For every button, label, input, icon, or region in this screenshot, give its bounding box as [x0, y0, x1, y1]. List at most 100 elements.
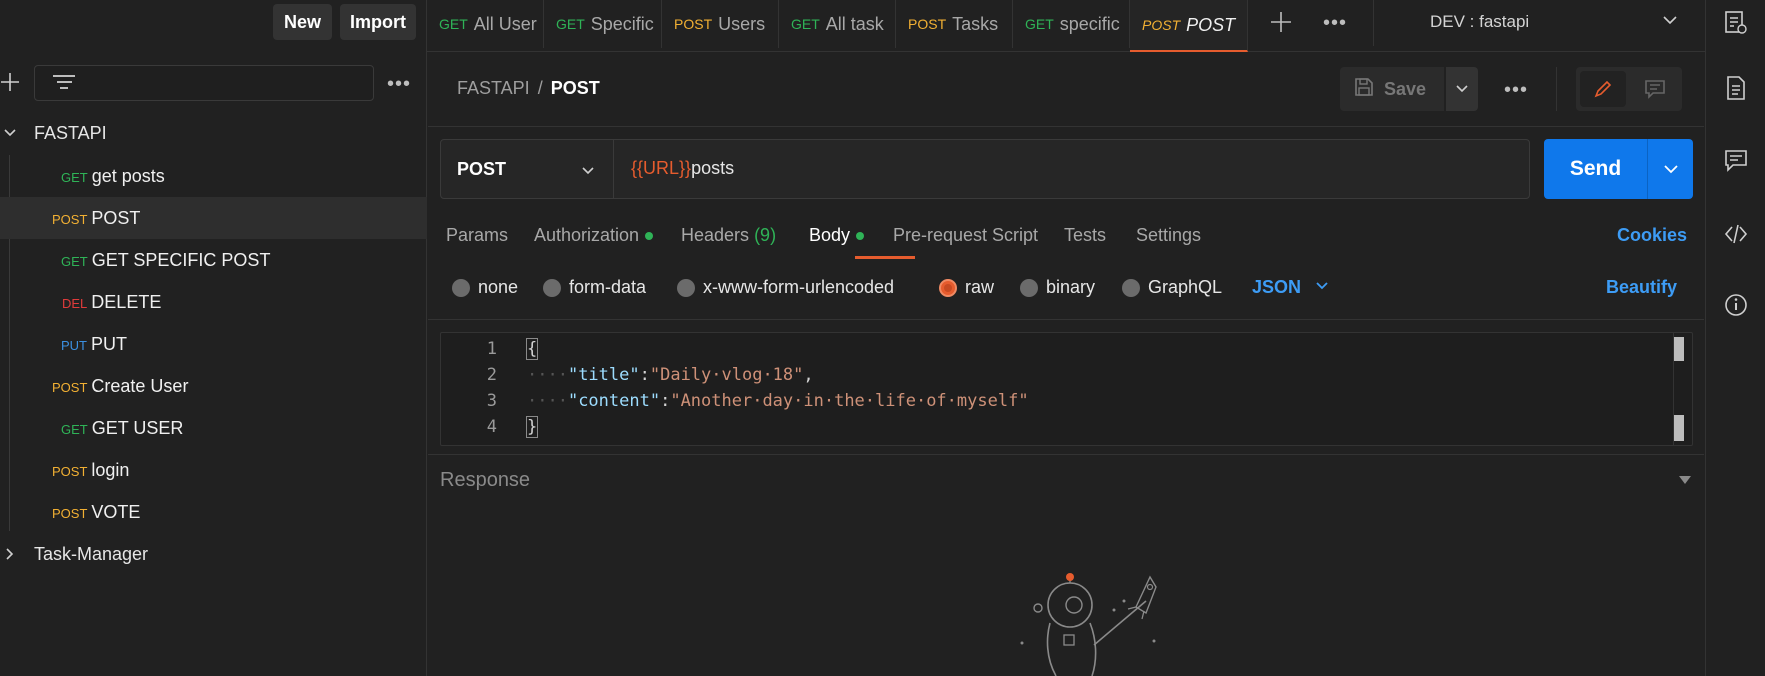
request-name: POST [91, 207, 141, 228]
tab-headers[interactable]: Headers (9) [681, 225, 776, 246]
tab-params[interactable]: Params [446, 225, 508, 246]
environment-label: DEV : fastapi [1430, 12, 1530, 31]
sidebar-request-create-user[interactable]: POST Create User [0, 365, 427, 407]
method-label: POST [457, 158, 507, 179]
breadcrumb-request[interactable]: POST [551, 78, 600, 98]
url-input[interactable]: {{URL}}posts [631, 158, 734, 179]
pencil-icon[interactable] [1580, 71, 1626, 107]
collection-name: Task-Manager [34, 543, 149, 564]
cookies-link[interactable]: Cookies [1617, 225, 1687, 246]
tab-all-users[interactable]: GET All User [427, 0, 544, 48]
tab-specific-2[interactable]: GET specific [1013, 0, 1130, 48]
method-badge: POST [1142, 17, 1181, 33]
tab-pre-request-script[interactable]: Pre-request Script [893, 225, 1038, 246]
request-name: GET SPECIFIC POST [91, 249, 271, 270]
send-options-chevron-icon[interactable] [1647, 139, 1693, 199]
tab-label: Tasks [952, 13, 999, 34]
language-select[interactable]: JSON [1252, 277, 1329, 298]
request-more-icon[interactable]: ••• [1504, 79, 1528, 102]
comment-icon[interactable] [1724, 148, 1748, 174]
comment-icon[interactable] [1632, 71, 1678, 107]
radio-graphql[interactable]: GraphQL [1122, 277, 1222, 298]
code-line-4: } [525, 416, 539, 438]
document-icon[interactable] [1724, 75, 1748, 101]
collection-name: FASTAPI [34, 122, 107, 143]
line-number: 3 [486, 391, 497, 411]
scrollbar-thumb[interactable] [1674, 337, 1684, 361]
sidebar-request-get-user[interactable]: GET GET USER [0, 407, 427, 449]
method-badge: POST [674, 16, 713, 32]
chevron-down-icon[interactable] [4, 127, 16, 139]
method-badge: POST [52, 505, 88, 521]
radio-binary[interactable]: binary [1020, 277, 1095, 298]
response-divider[interactable] [428, 454, 1704, 455]
divider [428, 126, 1704, 127]
tab-users[interactable]: POST Users [662, 0, 779, 48]
line-number: 4 [486, 417, 497, 437]
code-line-1: { [525, 338, 539, 360]
tab-post-active[interactable]: POST POST [1130, 0, 1248, 52]
info-icon[interactable] [1724, 292, 1748, 318]
right-rail [1705, 0, 1765, 676]
status-dot [645, 232, 654, 241]
tab-tasks[interactable]: POST Tasks [896, 0, 1013, 48]
breadcrumb-collection[interactable]: FASTAPI [457, 78, 530, 98]
code-editor[interactable]: 1 2 3 4 { ····"title":"Daily·vlog·18", ·… [440, 332, 1693, 446]
tabs-more-icon[interactable]: ••• [1323, 12, 1347, 35]
tab-specific[interactable]: GET Specific [544, 0, 662, 48]
collection-fastapi[interactable]: FASTAPI [0, 112, 427, 154]
collapse-triangle-icon[interactable] [1679, 476, 1691, 484]
collection-task-manager[interactable]: Task-Manager [0, 533, 427, 575]
sidebar-request-get-specific-post[interactable]: GET GET SPECIFIC POST [0, 239, 427, 281]
request-name: get posts [91, 165, 165, 186]
code-icon[interactable] [1724, 221, 1748, 247]
sidebar-request-get-posts[interactable]: GET get posts [0, 155, 427, 197]
radio-raw[interactable]: raw [939, 277, 994, 298]
line-number: 2 [486, 365, 497, 385]
chevron-right-icon[interactable] [4, 548, 16, 560]
method-badge: PUT [61, 337, 87, 353]
json-string: "Daily·vlog·18" [649, 365, 804, 385]
sidebar-request-delete[interactable]: DEL DELETE [0, 281, 427, 323]
scrollbar-thumb[interactable] [1674, 415, 1684, 441]
radio-none[interactable]: none [452, 277, 518, 298]
new-button[interactable]: New [273, 4, 332, 40]
sidebar-search-input[interactable] [34, 65, 374, 101]
filter-icon[interactable] [53, 75, 75, 93]
method-badge: GET [791, 16, 820, 32]
tab-tests[interactable]: Tests [1064, 225, 1106, 246]
sidebar-request-post[interactable]: POST POST [0, 197, 427, 239]
sidebar-request-login[interactable]: POST login [0, 449, 427, 491]
import-button[interactable]: Import [340, 4, 416, 40]
radio-form-data[interactable]: form-data [543, 277, 646, 298]
sidebar-request-put[interactable]: PUT PUT [0, 323, 427, 365]
method-select[interactable]: POST [441, 140, 614, 198]
radio-label: form-data [569, 277, 647, 297]
send-button[interactable]: Send [1544, 139, 1647, 199]
tab-body[interactable]: Body [809, 225, 865, 246]
tab-label: All task [825, 13, 884, 34]
open-brace: { [525, 338, 539, 360]
sidebar-more-icon[interactable]: ••• [387, 73, 411, 96]
save-options-chevron-icon[interactable] [1446, 67, 1478, 111]
request-name: VOTE [91, 501, 141, 522]
chevron-down-icon [1315, 277, 1329, 298]
api-doc-icon[interactable] [1724, 10, 1748, 36]
tab-settings[interactable]: Settings [1136, 225, 1201, 246]
radio-x-www-form-urlencoded[interactable]: x-www-form-urlencoded [677, 277, 894, 298]
sidebar-request-vote[interactable]: POST VOTE [0, 491, 427, 533]
tab-all-tasks[interactable]: GET All task [779, 0, 896, 48]
add-collection-plus-icon[interactable] [0, 71, 20, 95]
environment-select[interactable]: DEV : fastapi [1373, 0, 1689, 46]
save-button[interactable]: Save [1340, 67, 1444, 111]
method-badge: POST [52, 211, 88, 227]
status-dot [856, 232, 865, 241]
new-tab-plus-icon[interactable] [1270, 8, 1292, 40]
request-editor: FASTAPI / POST Save ••• POST {{URL}}post… [428, 53, 1704, 676]
tab-authorization[interactable]: Authorization [534, 225, 654, 246]
tab-label: specific [1059, 13, 1120, 34]
beautify-link[interactable]: Beautify [1606, 277, 1677, 298]
response-title: Response [440, 469, 531, 491]
tab-label: Headers [681, 225, 750, 245]
chevron-down-icon [1662, 12, 1678, 33]
